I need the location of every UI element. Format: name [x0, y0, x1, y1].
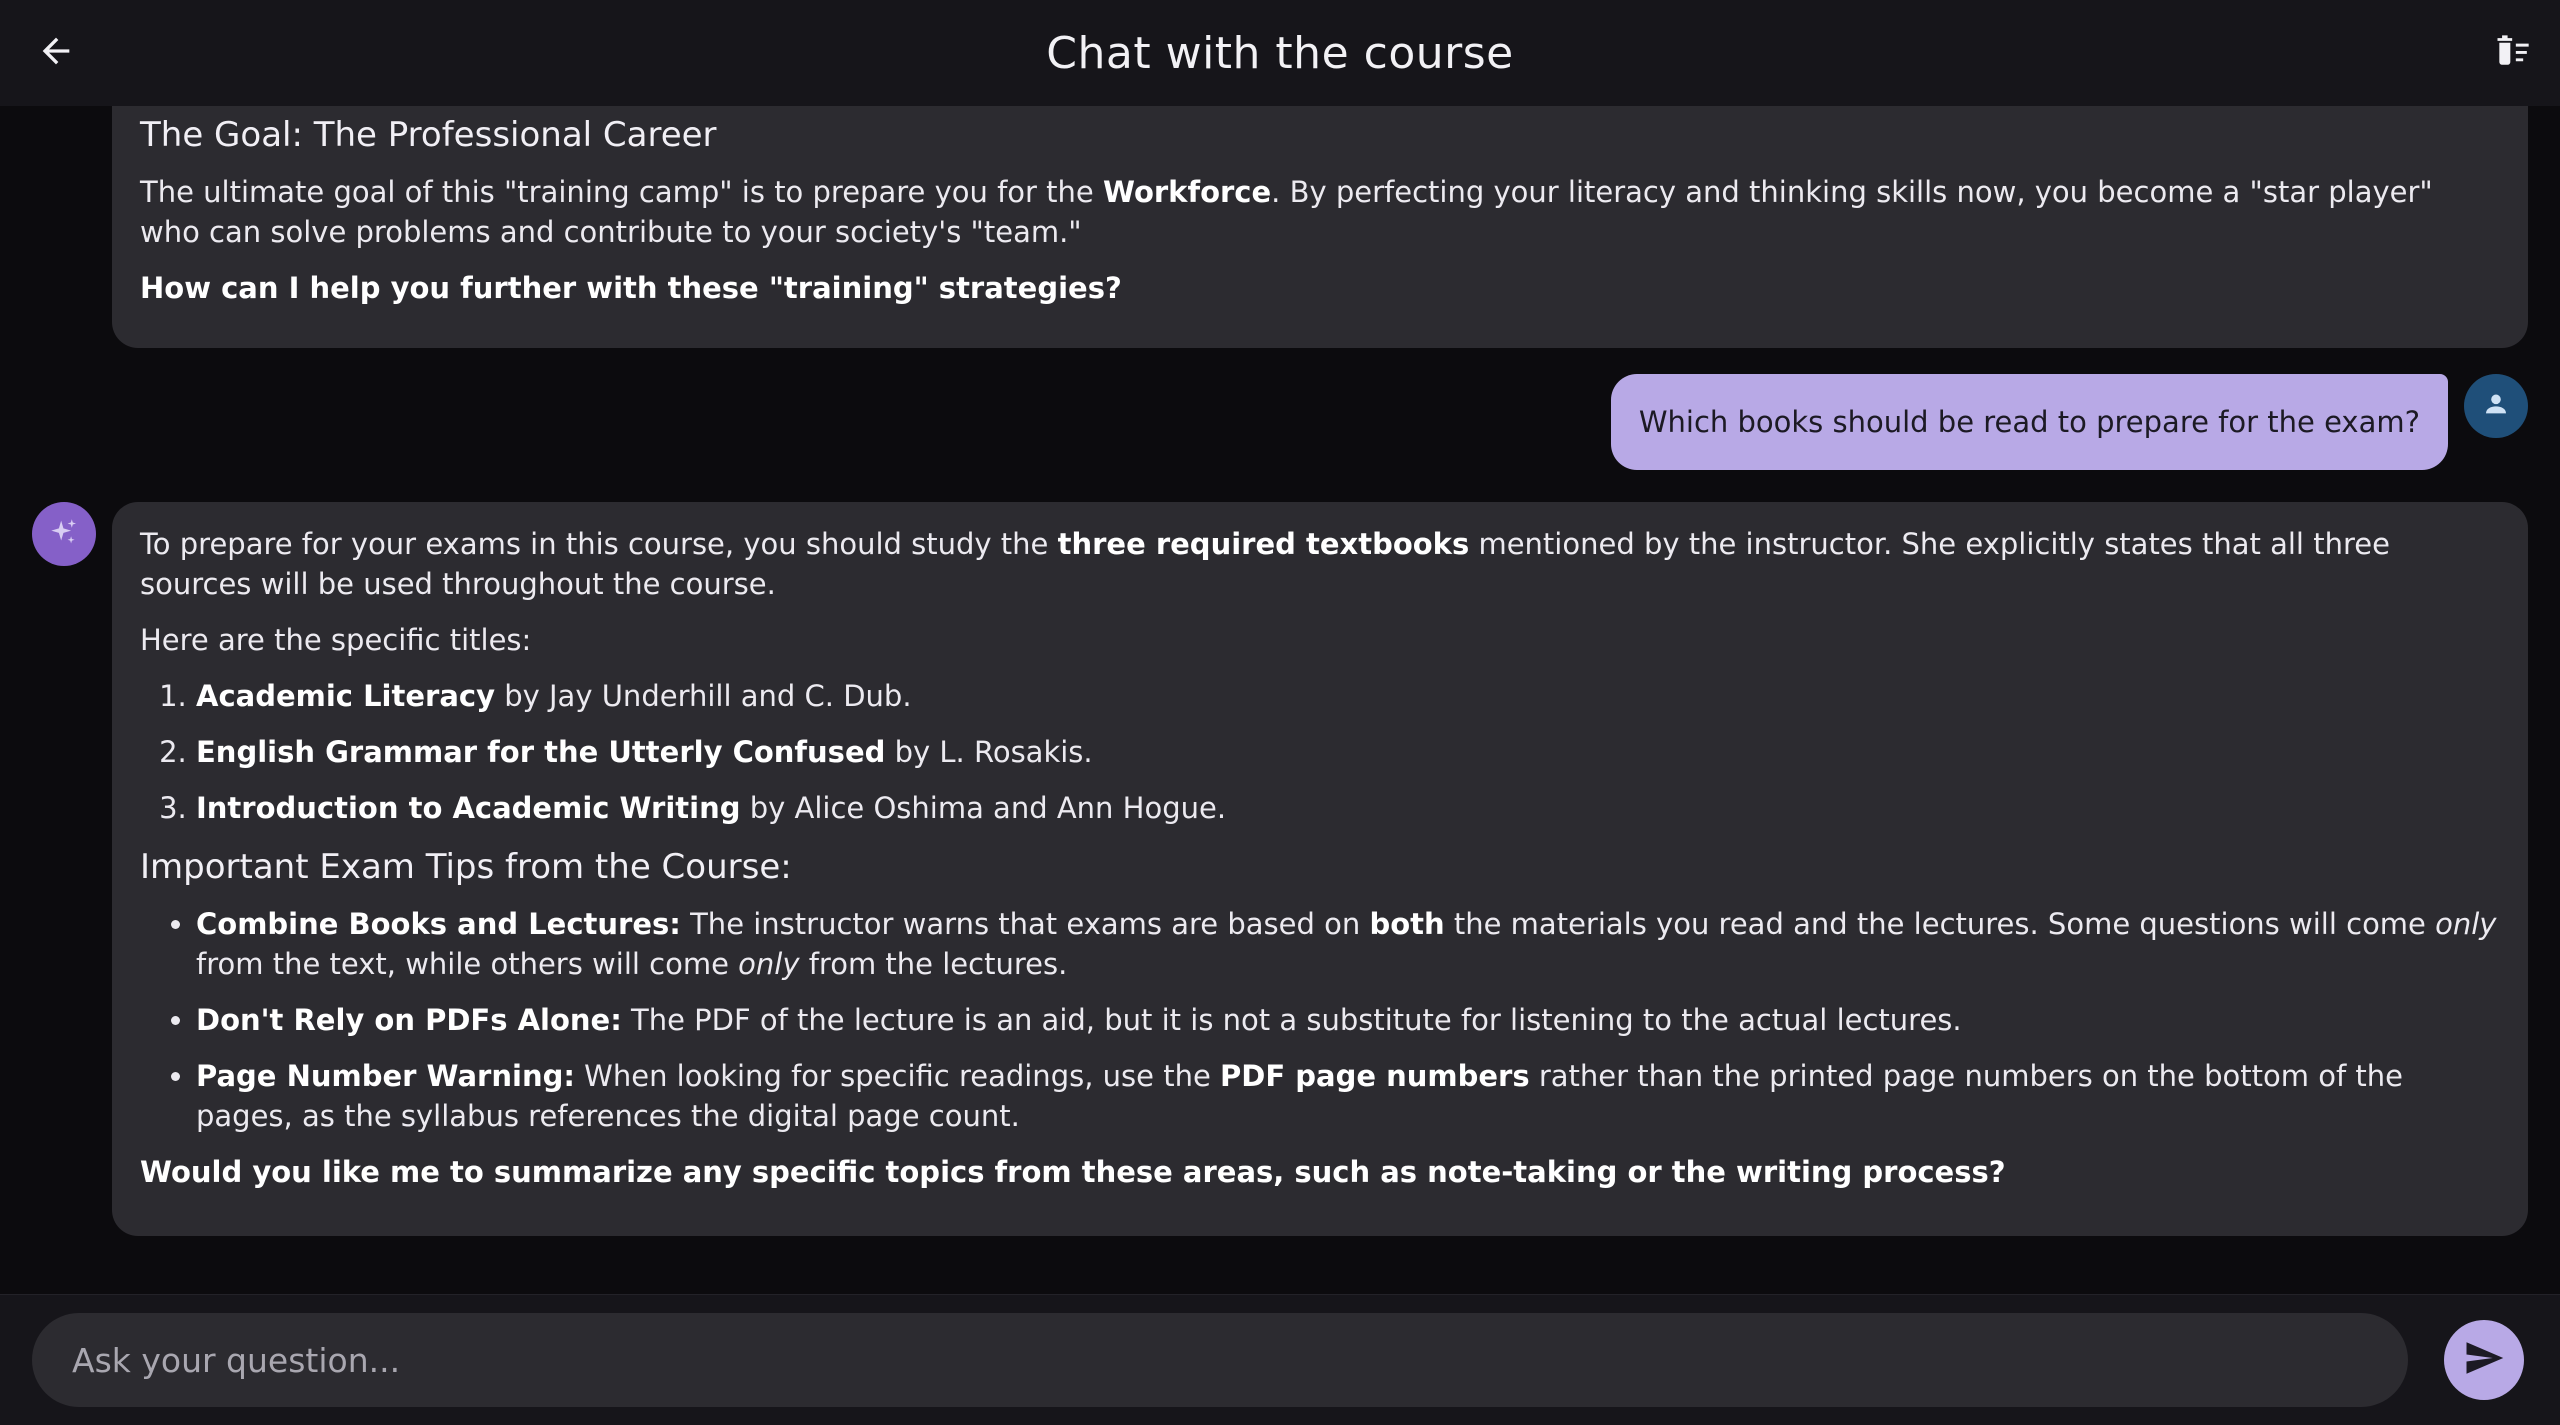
- message-paragraph: Here are the specific titles:: [140, 623, 532, 657]
- message-paragraph: The ultimate goal of this "training camp…: [140, 175, 2433, 249]
- message-question: How can I help you further with these "t…: [140, 271, 1122, 305]
- delete-sweep-icon: [2492, 29, 2536, 77]
- page-title: Chat with the course: [1046, 27, 1514, 79]
- list-item: English Grammar for the Utterly Confused…: [196, 732, 2500, 772]
- message-heading: The Goal: The Professional Career: [140, 115, 717, 155]
- list-item: Introduction to Academic Writing by Alic…: [196, 788, 2500, 828]
- list-item: Combine Books and Lectures: The instruct…: [196, 904, 2500, 984]
- question-input[interactable]: [32, 1313, 2408, 1407]
- assistant-avatar: [32, 502, 96, 566]
- message-heading: Important Exam Tips from the Course:: [140, 847, 792, 887]
- message-paragraph: To prepare for your exams in this course…: [140, 527, 2390, 601]
- list-item: Page Number Warning: When looking for sp…: [196, 1056, 2500, 1136]
- assistant-message: To prepare for your exams in this course…: [112, 502, 2528, 1236]
- sparkle-icon: [47, 515, 81, 553]
- user-message-text: Which books should be read to prepare fo…: [1638, 405, 2420, 439]
- send-icon: [2463, 1337, 2505, 1383]
- composer: [0, 1294, 2560, 1425]
- list-item: Academic Literacy by Jay Underhill and C…: [196, 676, 2500, 716]
- user-avatar: [2464, 374, 2528, 438]
- person-icon: [2480, 388, 2512, 424]
- arrow-back-icon: [36, 31, 76, 75]
- chat-thread[interactable]: The Goal: The Professional Career The ul…: [0, 106, 2560, 1294]
- clear-chat-button[interactable]: [2482, 23, 2546, 83]
- send-button[interactable]: [2444, 1320, 2524, 1400]
- assistant-message: The Goal: The Professional Career The ul…: [112, 106, 2528, 348]
- tips-list: Combine Books and Lectures: The instruct…: [140, 904, 2500, 1136]
- back-button[interactable]: [24, 23, 88, 83]
- list-item: Don't Rely on PDFs Alone: The PDF of the…: [196, 1000, 2500, 1040]
- user-message: Which books should be read to prepare fo…: [1610, 374, 2448, 470]
- message-question: Would you like me to summarize any speci…: [140, 1155, 2006, 1189]
- app-bar: Chat with the course: [0, 0, 2560, 106]
- book-list: Academic Literacy by Jay Underhill and C…: [140, 676, 2500, 828]
